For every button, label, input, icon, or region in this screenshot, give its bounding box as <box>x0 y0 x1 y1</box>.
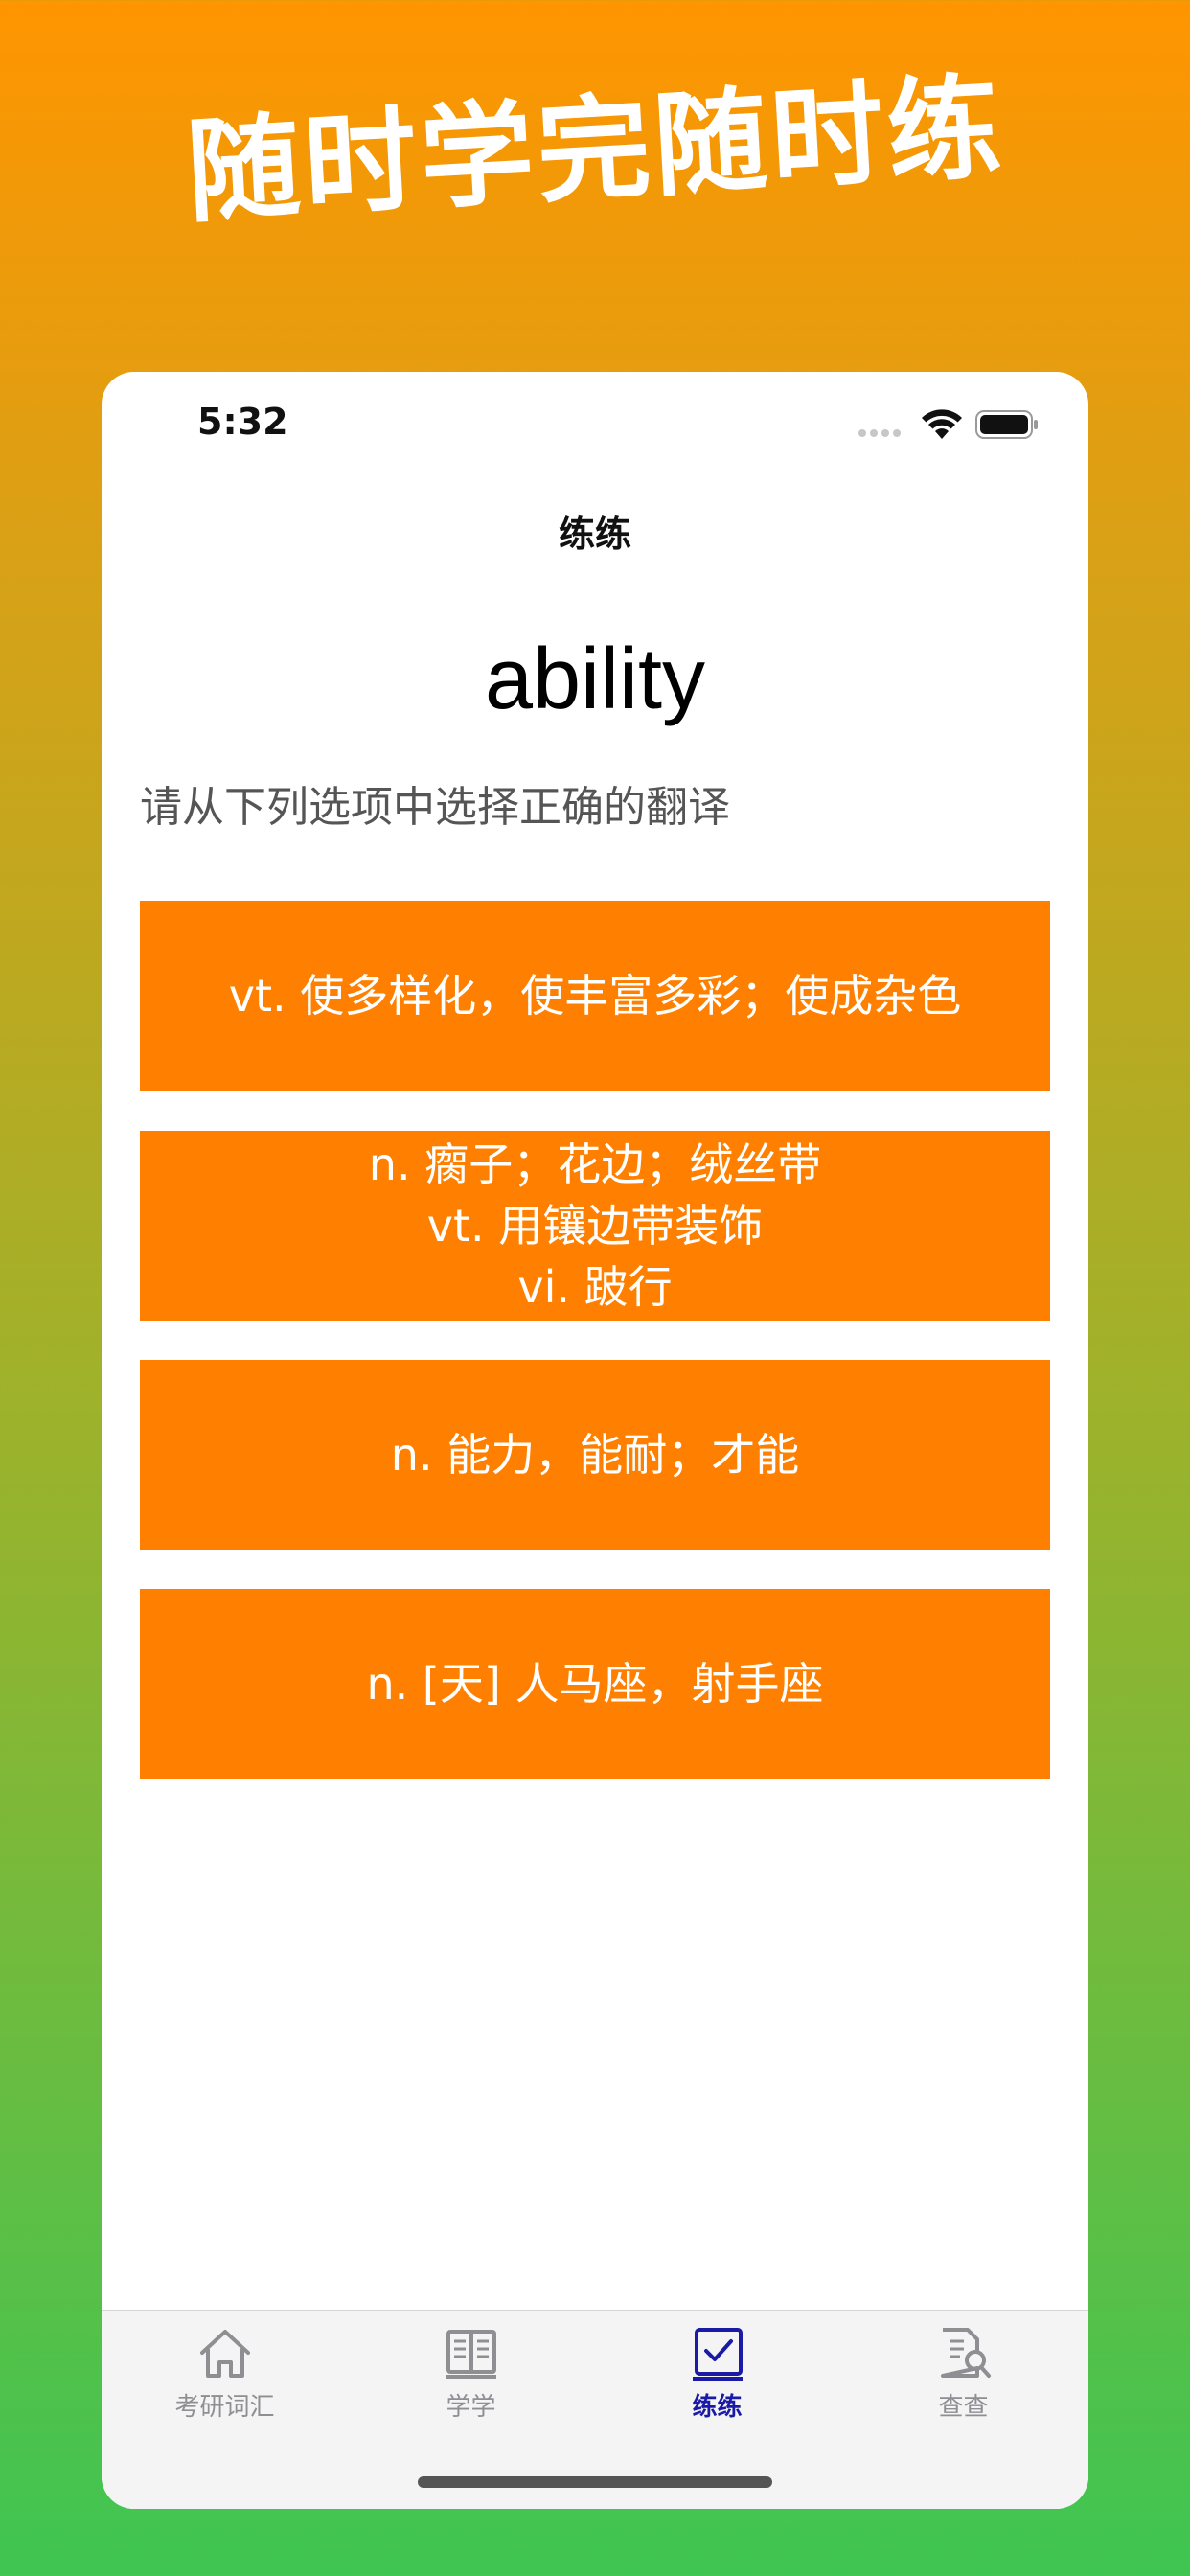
checkbox-icon <box>692 2328 743 2380</box>
status-time: 5:32 <box>197 401 288 443</box>
tab-label: 学学 <box>446 2393 496 2422</box>
answer-option-4[interactable]: n. [天] 人马座，射手座 <box>140 1589 1050 1779</box>
tab-label: 考研词汇 <box>174 2393 275 2422</box>
answer-option-1[interactable]: vt. 使多样化，使丰富多彩；使成杂色 <box>140 901 1050 1091</box>
option-line: n. 瘸子；花边；绒丝带 <box>368 1138 822 1190</box>
tab-label: 查查 <box>938 2393 989 2422</box>
option-line: vt. 用镶边带装饰 <box>426 1200 764 1252</box>
option-line: n. [天] 人马座，射手座 <box>366 1658 824 1710</box>
nav-title: 练练 <box>558 513 631 555</box>
promo-title: 随时学完随时练 <box>183 60 1008 239</box>
quiz-instruction: 请从下列选项中选择正确的翻译 <box>140 783 730 832</box>
tab-practice[interactable]: 练练 <box>594 2326 840 2431</box>
tab-lookup[interactable]: 查查 <box>840 2326 1087 2431</box>
house-icon <box>199 2330 250 2378</box>
cellular-signal-icon <box>858 429 903 439</box>
status-bar: 5:32 <box>102 372 1088 477</box>
option-line: n. 能力，能耐；才能 <box>390 1429 800 1481</box>
wifi-icon <box>922 409 962 439</box>
quiz-word: ability <box>484 632 706 727</box>
tab-vocabulary[interactable]: 考研词汇 <box>102 2326 348 2431</box>
book-icon <box>446 2330 496 2379</box>
document-search-icon <box>940 2328 991 2378</box>
option-line: vt. 使多样化，使丰富多彩；使成杂色 <box>228 970 962 1022</box>
tab-study[interactable]: 学学 <box>348 2326 594 2431</box>
home-indicator[interactable] <box>418 2476 772 2488</box>
option-line: vi. 跛行 <box>517 1261 673 1313</box>
answer-option-3[interactable]: n. 能力，能耐；才能 <box>140 1360 1050 1550</box>
phone-screen: 5:32 练练 ability 请从下列选项中选择正确的翻译 vt. 使多样化，… <box>102 372 1088 2509</box>
answer-option-2[interactable]: n. 瘸子；花边；绒丝带 vt. 用镶边带装饰 vi. 跛行 <box>140 1131 1050 1321</box>
battery-icon <box>975 410 1038 439</box>
tab-label: 练练 <box>692 2393 743 2422</box>
